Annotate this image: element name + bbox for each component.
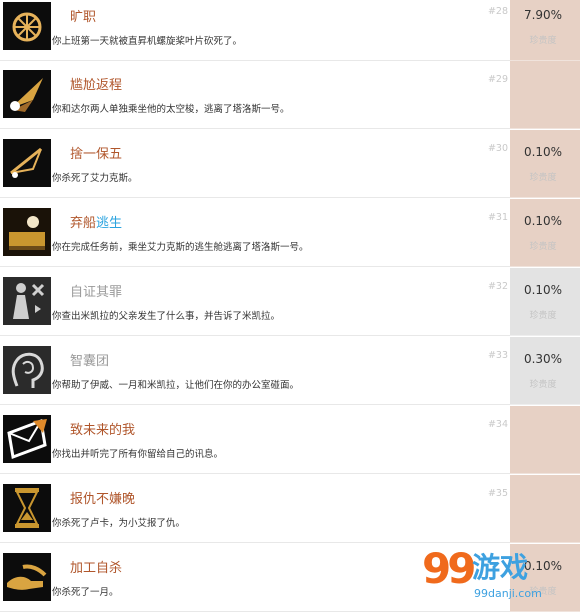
- achievement-title: 弃船逃生: [70, 216, 123, 231]
- achievement-number: #32: [487, 281, 508, 292]
- achievement-row: 报仇不嫌晚 你杀死了卢卡，为小艾报了仇。 #35: [0, 475, 580, 543]
- achievement-title: 旷职: [70, 10, 97, 25]
- rarity-panel: [510, 475, 580, 543]
- rarity-panel: [510, 61, 580, 129]
- rarity-percent: 0.10%: [523, 283, 563, 297]
- rarity-label: 珍贵度: [529, 36, 557, 46]
- achievement-title: 尴尬返程: [70, 78, 123, 93]
- achievement-title: 自证其罪: [70, 285, 123, 300]
- rarity-label: 珍贵度: [529, 380, 557, 390]
- achievement-title: 捨一保五: [70, 147, 123, 162]
- achievement-desc: 你和达尔两人单独乘坐他的太空梭，逃离了塔洛斯一号。: [52, 104, 290, 115]
- achievement-number: #34: [487, 419, 508, 430]
- rarity-panel: 0.30% 珍贵度: [510, 337, 580, 405]
- achievement-title: 智囊团: [70, 354, 110, 369]
- achievement-number: #31: [487, 212, 508, 223]
- watermark-text: 游戏: [472, 551, 529, 584]
- shuttle-icon: [3, 70, 51, 118]
- achievement-number: #35: [487, 488, 508, 499]
- scale-icon: [3, 139, 51, 187]
- figure-icon: [3, 277, 51, 325]
- hourglass-icon: [3, 484, 51, 532]
- rarity-percent: 0.30%: [523, 352, 563, 366]
- escape-pod-icon: [3, 208, 51, 256]
- achievement-title: 报仇不嫌晚: [70, 492, 136, 507]
- achievement-row: 智囊团 你帮助了伊威、一月和米凯拉，让他们在你的办公室碰面。 #33 0.30%…: [0, 337, 580, 405]
- rarity-percent: 0.10%: [523, 214, 563, 228]
- achievement-number: #29: [487, 74, 508, 85]
- achievement-row: 旷职 你上班第一天就被直昇机螺旋桨叶片砍死了。 #28 7.90% 珍贵度: [0, 0, 580, 61]
- achievement-row: 尴尬返程 你和达尔两人单独乘坐他的太空梭，逃离了塔洛斯一号。 #29: [0, 61, 580, 129]
- achievement-desc: 你杀死了艾力克斯。: [52, 173, 138, 184]
- rarity-percent: 0.10%: [523, 145, 563, 159]
- rarity-panel: 0.10% 珍贵度: [510, 199, 580, 267]
- achievement-desc: 你帮助了伊威、一月和米凯拉，让他们在你的办公室碰面。: [52, 380, 300, 391]
- rarity-label: 珍贵度: [529, 173, 557, 183]
- rarity-panel: 7.90% 珍贵度: [510, 0, 580, 61]
- rarity-panel: 0.10% 珍贵度: [510, 268, 580, 336]
- achievement-title: 加工自杀: [70, 561, 123, 576]
- achievement-desc: 你上班第一天就被直昇机螺旋桨叶片砍死了。: [52, 36, 243, 47]
- achievement-desc: 你杀死了一月。: [52, 587, 119, 598]
- watermark-number: 99: [422, 544, 476, 593]
- achievement-desc: 你找出并听完了所有你留给自己的讯息。: [52, 449, 224, 460]
- achievement-row: 捨一保五 你杀死了艾力克斯。 #30 0.10% 珍贵度: [0, 130, 580, 198]
- wheel-icon: [3, 2, 51, 50]
- rarity-panel: 0.10% 珍贵度: [510, 130, 580, 198]
- achievement-desc: 你杀死了卢卡，为小艾报了仇。: [52, 518, 186, 529]
- achievement-desc: 你查出米凯拉的父亲发生了什么事，并告诉了米凯拉。: [52, 311, 281, 322]
- achievement-desc: 你在完成任务前，乘坐艾力克斯的逃生舱逃离了塔洛斯一号。: [52, 242, 309, 253]
- achievement-row: 弃船逃生 你在完成任务前，乘坐艾力克斯的逃生舱逃离了塔洛斯一号。 #31 0.1…: [0, 199, 580, 267]
- watermark-site: 99danji.com: [474, 587, 542, 600]
- rarity-label: 珍贵度: [529, 242, 557, 252]
- achievement-number: #30: [487, 143, 508, 154]
- envelope-icon: [3, 415, 51, 463]
- rarity-label: 珍贵度: [529, 311, 557, 321]
- achievement-row: 致未来的我 你找出并听完了所有你留给自己的讯息。 #34: [0, 406, 580, 474]
- achievement-number: #33: [487, 350, 508, 361]
- achievement-number: #28: [487, 6, 508, 17]
- rarity-percent: 7.90%: [523, 8, 563, 22]
- achievement-row: 自证其罪 你查出米凯拉的父亲发生了什么事，并告诉了米凯拉。 #32 0.10% …: [0, 268, 580, 336]
- hands-icon: [3, 553, 51, 601]
- rarity-panel: [510, 406, 580, 474]
- brain-icon: [3, 346, 51, 394]
- site-watermark: 99 游戏 99danji.com: [422, 547, 572, 605]
- achievement-title: 致未来的我: [70, 423, 136, 438]
